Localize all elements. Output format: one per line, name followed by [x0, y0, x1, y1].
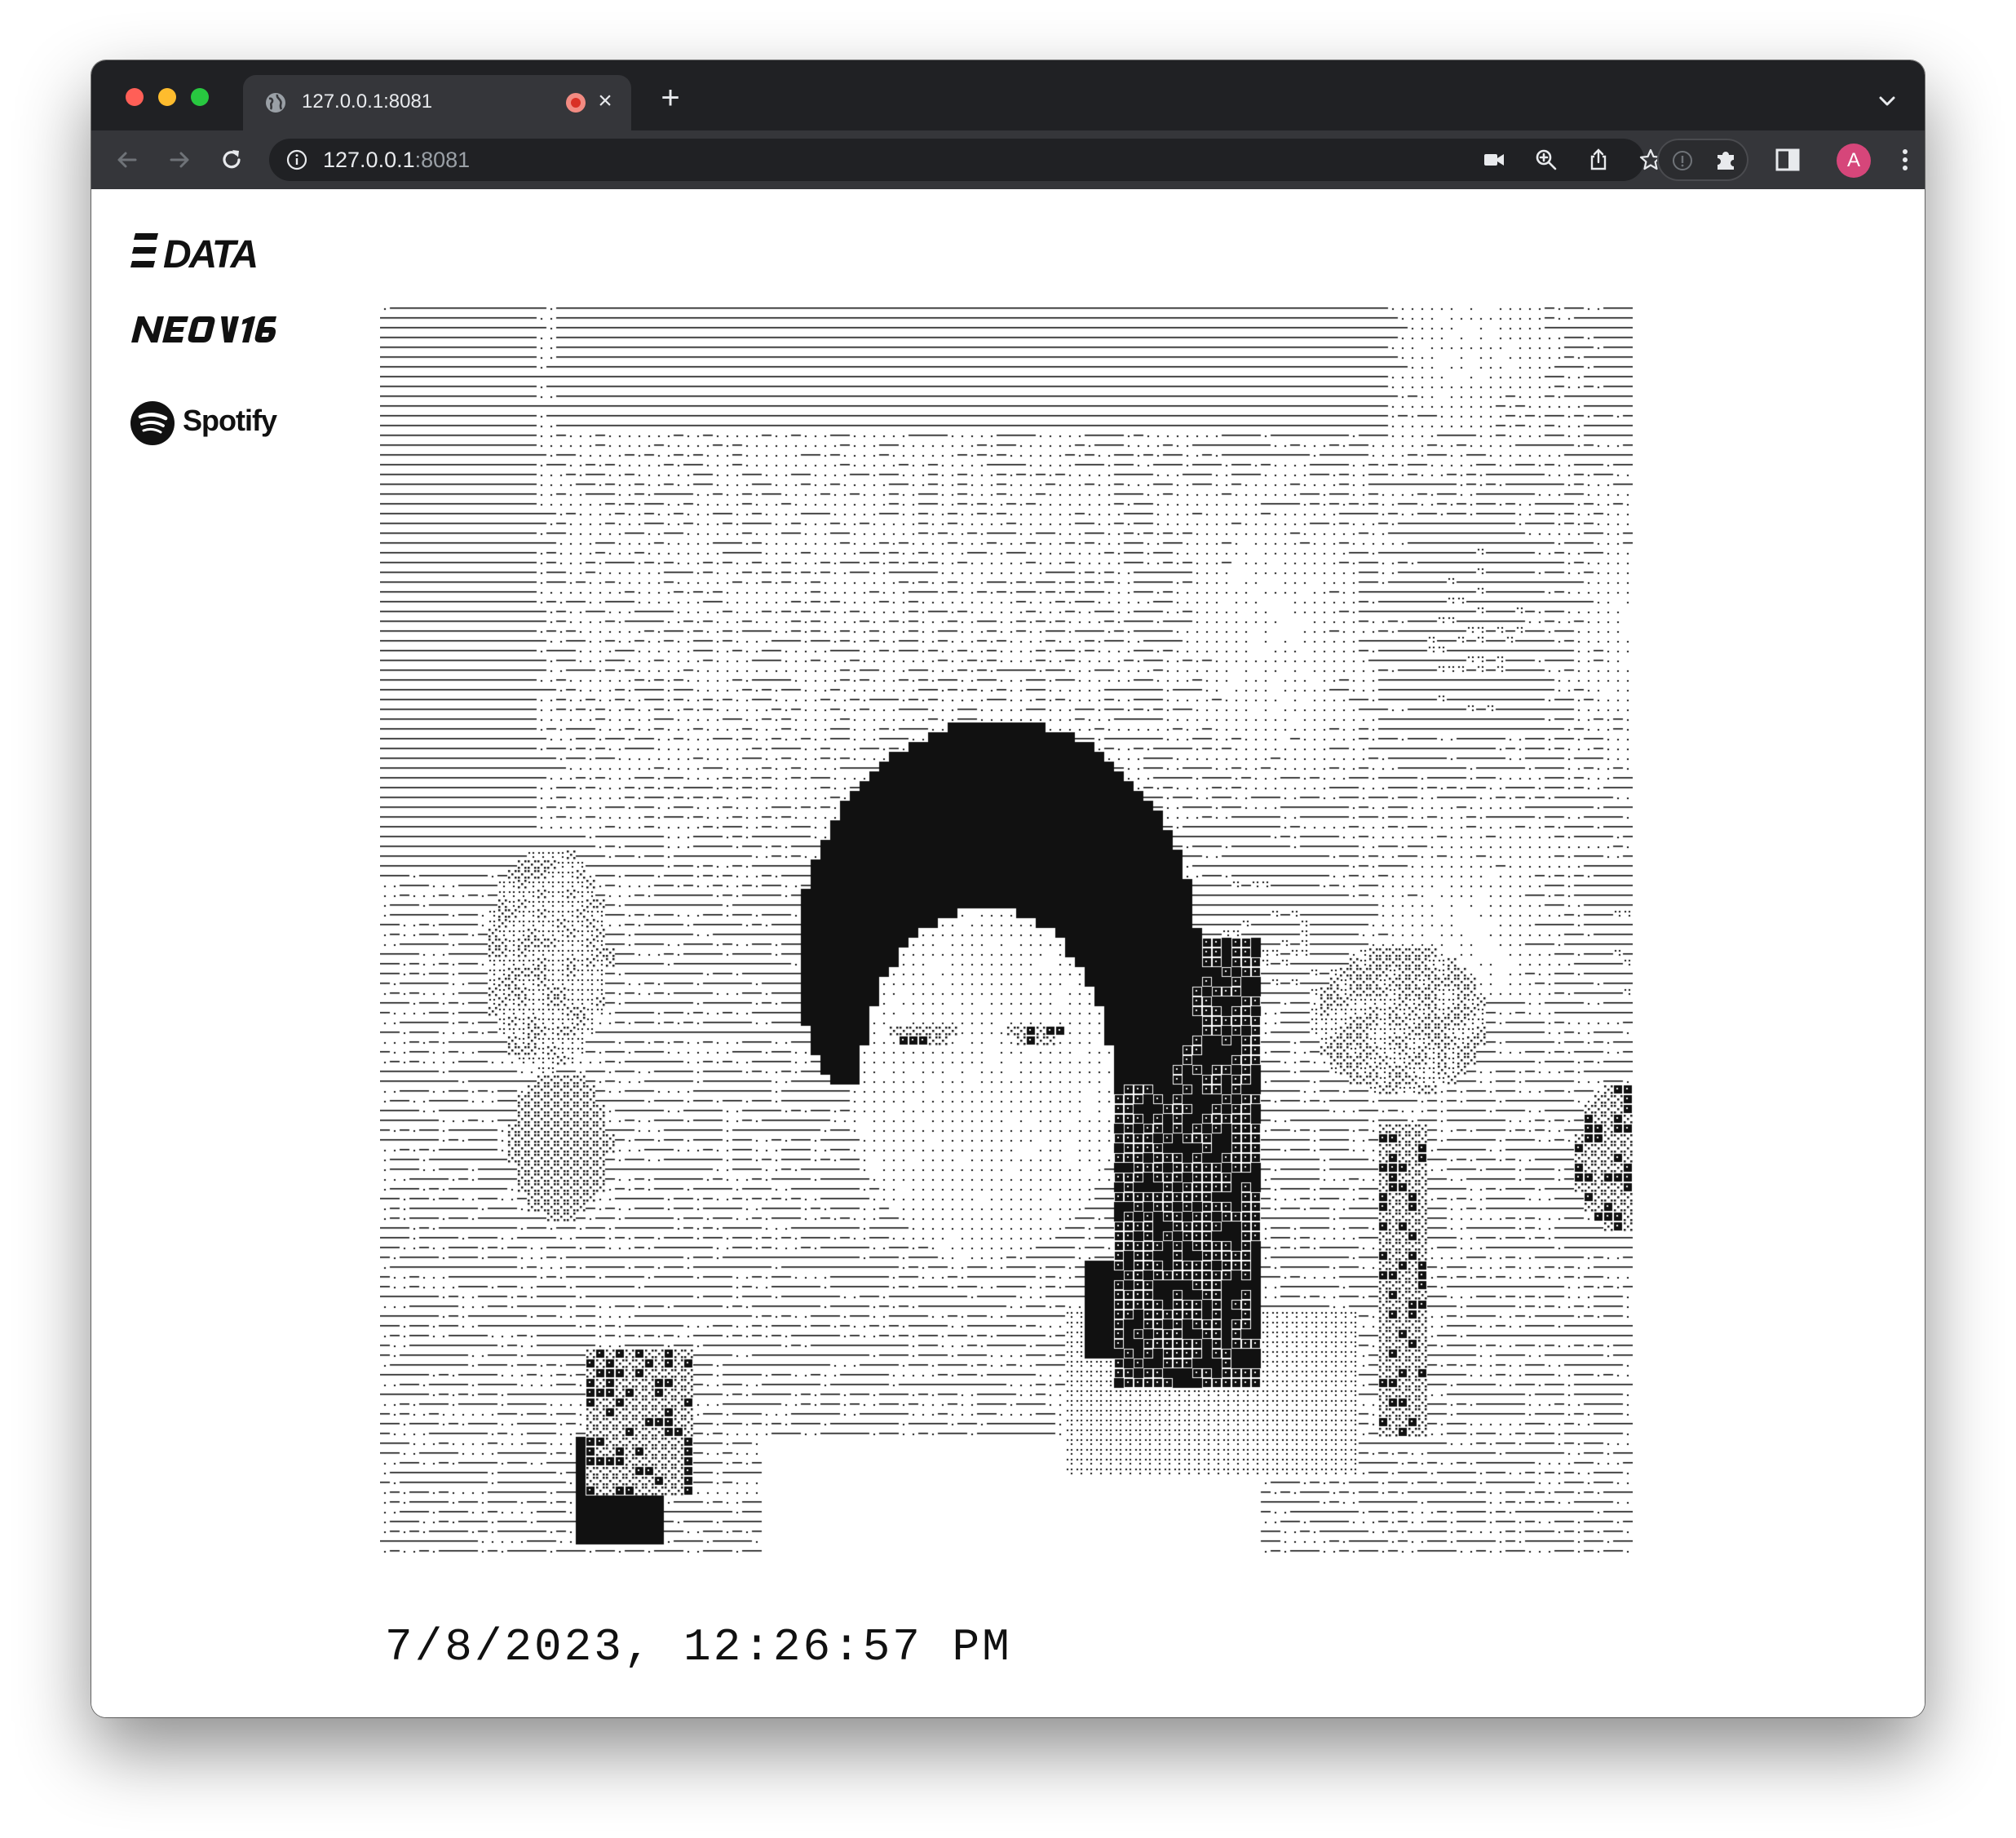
new-tab-button[interactable]: + [654, 82, 687, 116]
address-bar[interactable]: 127.0.0.1:8081 [269, 139, 1662, 181]
extension-info-icon[interactable] [1670, 148, 1695, 173]
browser-toolbar: 127.0.0.1:8081 A [91, 130, 1925, 191]
camera-icon[interactable] [1481, 147, 1507, 173]
share-icon[interactable] [1585, 147, 1611, 173]
tab-title: 127.0.0.1:8081 [302, 91, 433, 113]
data-logo[interactable]: DATA [130, 230, 279, 272]
svg-text:DATA: DATA [163, 233, 257, 272]
ascii-art-canvas [380, 302, 1633, 1554]
browser-window: 127.0.0.1:8081 × + 127.0.0.1:8081 A DATA… [91, 60, 1925, 1717]
side-panel-icon[interactable] [1773, 145, 1802, 175]
spotify-icon [130, 401, 175, 445]
chevron-down-icon[interactable] [1874, 88, 1900, 114]
tab-close-icon[interactable]: × [589, 85, 621, 117]
profile-avatar[interactable]: A [1837, 144, 1871, 178]
recording-indicator-icon [566, 93, 586, 113]
ascii-art-image [380, 302, 1633, 1554]
url-port: :8081 [414, 148, 471, 172]
neon16-logo[interactable] [130, 313, 279, 346]
puzzle-piece-icon[interactable] [1713, 147, 1739, 173]
page-content: DATA Spotify 7/8/2023, 12:26:57 PM [91, 189, 1925, 1717]
close-window-button[interactable] [126, 88, 144, 106]
globe-icon [266, 93, 285, 113]
forward-arrow-icon[interactable] [163, 144, 196, 176]
reload-icon[interactable] [215, 144, 248, 176]
timestamp-text: 7/8/2023, 12:26:57 PM [385, 1621, 1012, 1673]
url-host: 127.0.0.1 [323, 148, 415, 172]
spotify-wordmark: Spotify [183, 404, 277, 437]
kebab-menu-icon[interactable] [1890, 145, 1920, 175]
extension-group [1657, 139, 1749, 181]
spotify-logo[interactable]: Spotify [130, 395, 285, 447]
maximize-window-button[interactable] [191, 88, 209, 106]
minimize-window-button[interactable] [158, 88, 176, 106]
url-text: 127.0.0.1:8081 [323, 147, 470, 173]
info-icon[interactable] [285, 148, 308, 171]
zoom-icon[interactable] [1533, 147, 1559, 173]
browser-tab[interactable]: 127.0.0.1:8081 × [243, 75, 631, 130]
title-bar: 127.0.0.1:8081 × + [91, 60, 1925, 130]
back-arrow-icon[interactable] [111, 144, 144, 176]
